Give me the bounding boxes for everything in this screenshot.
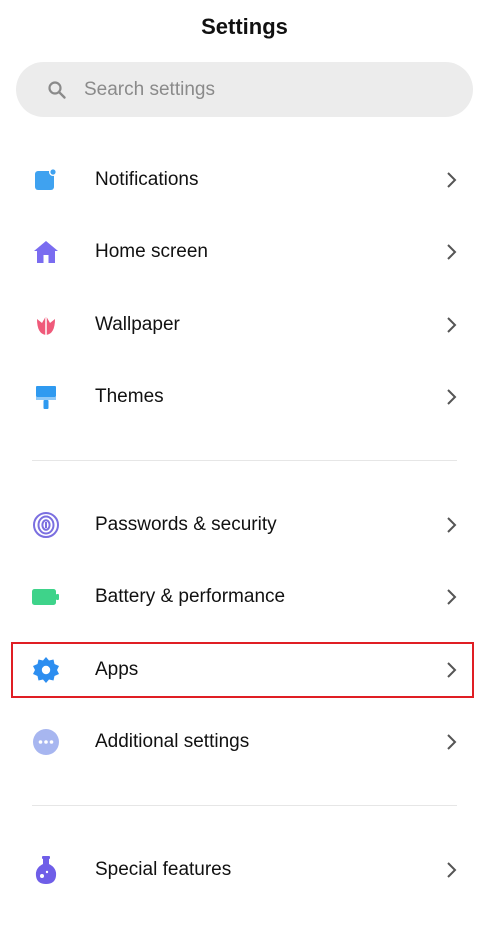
- settings-item-apps[interactable]: Apps: [0, 634, 489, 706]
- settings-item-battery-performance[interactable]: Battery & performance: [0, 561, 489, 633]
- chevron-right-icon: [447, 662, 457, 678]
- chevron-right-icon: [447, 389, 457, 405]
- settings-item-special-features[interactable]: Special features: [0, 834, 489, 906]
- notifications-icon: [32, 166, 60, 194]
- settings-item-notifications[interactable]: Notifications: [0, 144, 489, 216]
- settings-item-wallpaper[interactable]: Wallpaper: [0, 289, 489, 361]
- settings-item-additional-settings[interactable]: Additional settings: [0, 706, 489, 778]
- search-icon: [48, 81, 66, 99]
- brush-icon: [32, 383, 60, 411]
- settings-item-label: Notifications: [95, 169, 199, 190]
- home-icon: [32, 238, 60, 266]
- more-icon: [32, 728, 60, 756]
- chevron-right-icon: [447, 244, 457, 260]
- chevron-right-icon: [447, 734, 457, 750]
- chevron-right-icon: [447, 517, 457, 533]
- battery-icon: [32, 583, 60, 611]
- settings-item-label: Battery & performance: [95, 586, 286, 607]
- gear-icon: [32, 656, 60, 684]
- settings-item-label: Additional settings: [95, 731, 250, 752]
- search-placeholder: Search settings: [84, 78, 215, 100]
- fingerprint-icon: [32, 511, 60, 539]
- chevron-right-icon: [447, 589, 457, 605]
- settings-item-label: Special features: [95, 859, 232, 880]
- settings-item-label: Apps: [95, 659, 139, 680]
- section-divider: [32, 460, 457, 461]
- search-bar[interactable]: Search settings: [16, 62, 473, 117]
- settings-item-label: Themes: [95, 386, 164, 407]
- settings-item-label: Passwords & security: [95, 514, 277, 535]
- settings-item-themes[interactable]: Themes: [0, 361, 489, 433]
- settings-item-passwords-security[interactable]: Passwords & security: [0, 489, 489, 561]
- tulip-icon: [32, 311, 60, 339]
- section-divider: [32, 805, 457, 806]
- settings-item-home-screen[interactable]: Home screen: [0, 216, 489, 288]
- settings-item-label: Home screen: [95, 241, 208, 262]
- chevron-right-icon: [447, 317, 457, 333]
- page-title: Settings: [201, 14, 288, 39]
- chevron-right-icon: [447, 172, 457, 188]
- flask-icon: [32, 856, 60, 884]
- settings-item-label: Wallpaper: [95, 314, 180, 335]
- chevron-right-icon: [447, 862, 457, 878]
